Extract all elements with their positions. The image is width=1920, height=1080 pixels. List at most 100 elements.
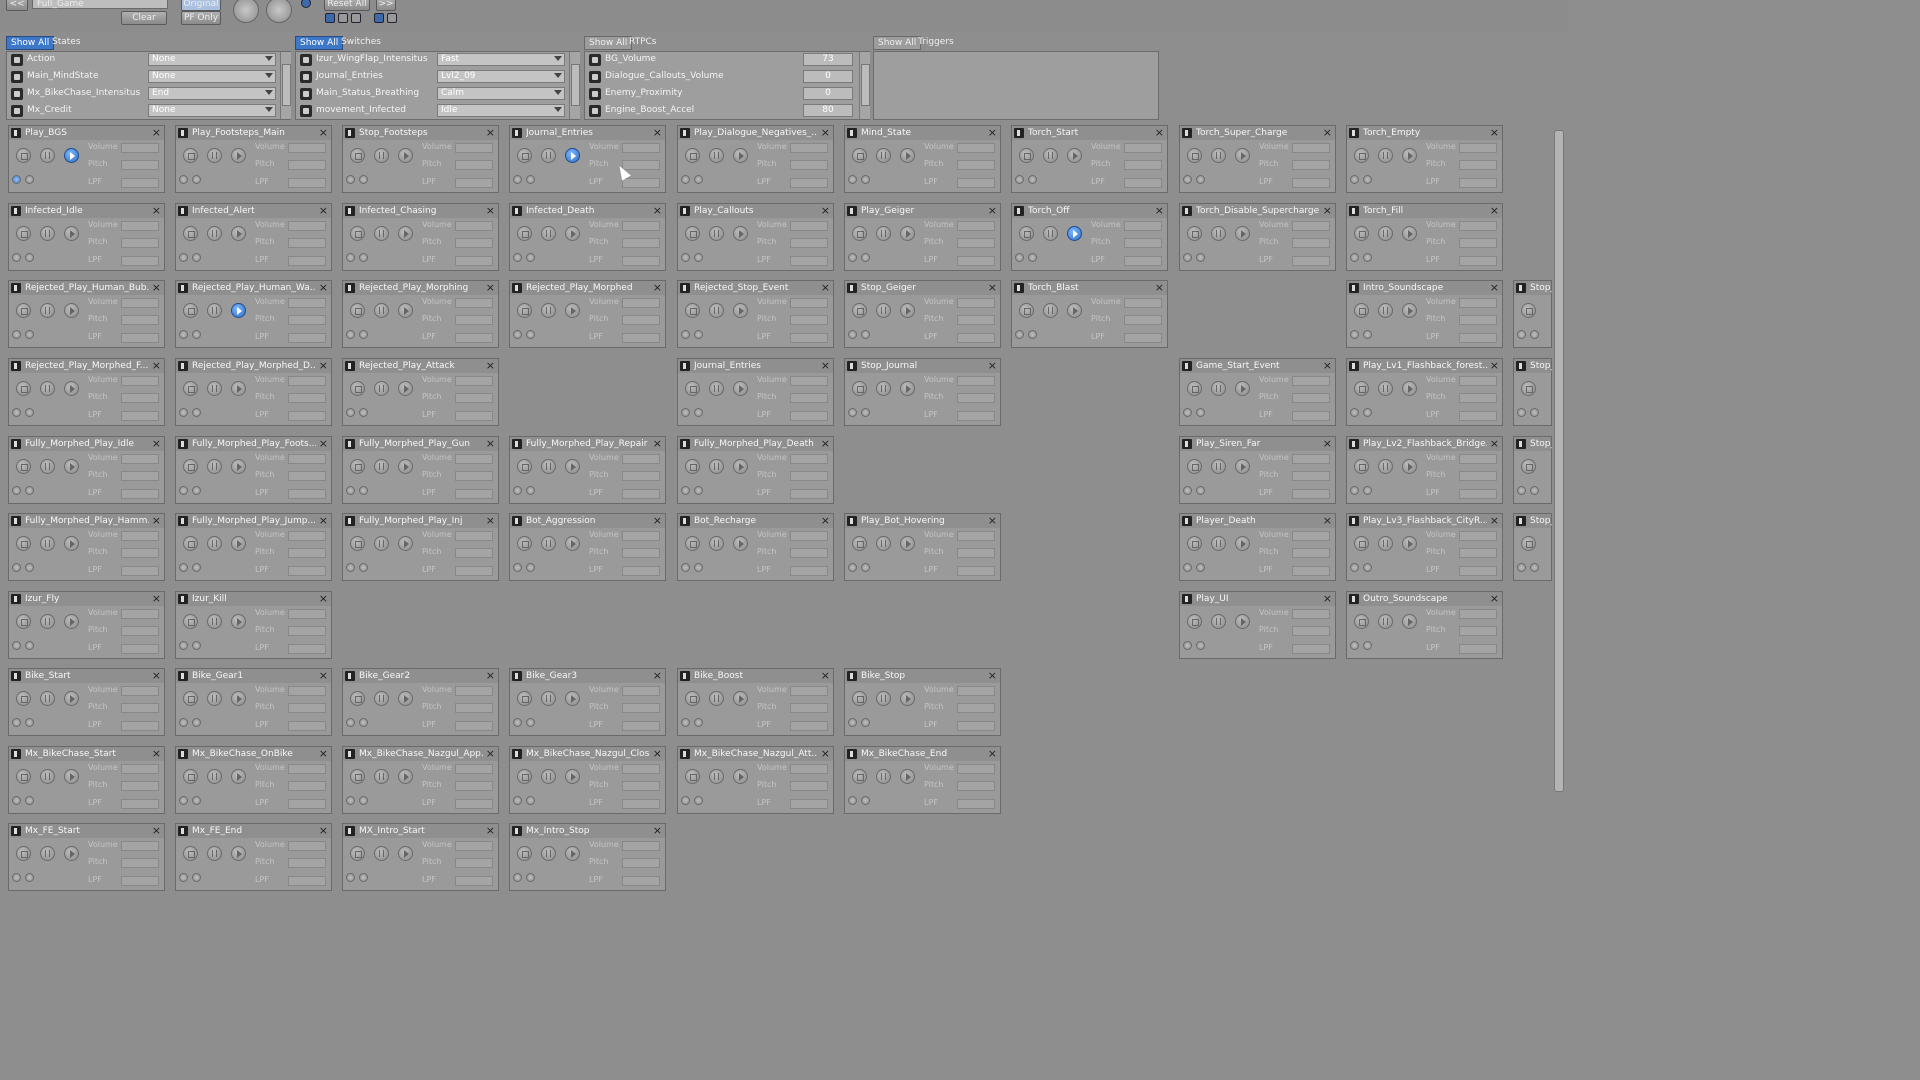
close-icon[interactable]: × — [821, 669, 830, 682]
stop-button[interactable] — [685, 459, 700, 474]
loop-icon[interactable] — [25, 873, 34, 882]
stop-button[interactable] — [350, 691, 365, 706]
replay-icon[interactable] — [681, 796, 690, 805]
loop-icon[interactable] — [359, 486, 368, 495]
tab-switches[interactable]: Switches — [341, 36, 381, 48]
pitch-slider[interactable] — [288, 471, 326, 481]
loop-icon[interactable] — [359, 253, 368, 262]
volume-slider[interactable] — [790, 143, 828, 153]
pause-button[interactable] — [40, 536, 55, 551]
close-icon[interactable]: × — [1490, 592, 1499, 605]
stop-button[interactable] — [852, 769, 867, 784]
volume-slider[interactable] — [957, 298, 995, 308]
lpf-slider[interactable] — [121, 876, 159, 886]
close-icon[interactable]: × — [1490, 204, 1499, 217]
close-icon[interactable]: × — [653, 747, 662, 760]
replay-icon[interactable] — [12, 486, 21, 495]
stop-button[interactable] — [852, 536, 867, 551]
loop-icon[interactable] — [1196, 175, 1205, 184]
volume-slider[interactable] — [455, 376, 493, 386]
loop-icon[interactable] — [25, 486, 34, 495]
pitch-slider[interactable] — [790, 548, 828, 558]
replay-icon[interactable] — [1015, 253, 1024, 262]
play-button[interactable] — [1067, 303, 1082, 318]
close-icon[interactable]: × — [653, 669, 662, 682]
loop-icon[interactable] — [1028, 253, 1037, 262]
pitch-slider[interactable] — [957, 703, 995, 713]
volume-slider[interactable] — [957, 221, 995, 231]
loop-icon[interactable] — [1363, 641, 1372, 650]
close-icon[interactable]: × — [486, 747, 495, 760]
close-icon[interactable]: × — [152, 204, 161, 217]
loop-icon[interactable] — [192, 563, 201, 572]
play-button[interactable] — [900, 381, 915, 396]
pitch-slider[interactable] — [622, 315, 660, 325]
stop-button[interactable] — [852, 691, 867, 706]
stop-button[interactable] — [1187, 614, 1202, 629]
stop-button[interactable] — [183, 846, 198, 861]
pitch-slider[interactable] — [1459, 471, 1497, 481]
play-button[interactable] — [1235, 381, 1250, 396]
pitch-slider[interactable] — [622, 703, 660, 713]
close-icon[interactable]: × — [1490, 514, 1499, 527]
loop-icon[interactable] — [1363, 486, 1372, 495]
pitch-slider[interactable] — [288, 160, 326, 170]
stop-button[interactable] — [1354, 381, 1369, 396]
volume-slider[interactable] — [288, 221, 326, 231]
replay-icon[interactable] — [513, 563, 522, 572]
replay-icon[interactable] — [179, 408, 188, 417]
pitch-slider[interactable] — [1292, 393, 1330, 403]
loop-icon[interactable] — [25, 253, 34, 262]
volume-slider[interactable] — [121, 376, 159, 386]
loop-icon[interactable] — [694, 330, 703, 339]
play-button[interactable] — [398, 769, 413, 784]
back-button[interactable]: << — [6, 0, 28, 11]
replay-icon[interactable] — [1517, 563, 1526, 572]
lpf-slider[interactable] — [790, 333, 828, 343]
replay-icon[interactable] — [513, 718, 522, 727]
pause-button[interactable] — [374, 846, 389, 861]
replay-icon[interactable] — [848, 796, 857, 805]
replay-icon[interactable] — [179, 563, 188, 572]
pitch-slider[interactable] — [455, 548, 493, 558]
replay-icon[interactable] — [848, 330, 857, 339]
pitch-slider[interactable] — [790, 703, 828, 713]
volume-slider[interactable] — [622, 531, 660, 541]
close-icon[interactable]: × — [152, 592, 161, 605]
volume-slider[interactable] — [790, 686, 828, 696]
stop-button[interactable] — [16, 148, 31, 163]
loop-icon[interactable] — [359, 796, 368, 805]
lpf-slider[interactable] — [455, 799, 493, 809]
pitch-slider[interactable] — [288, 393, 326, 403]
replay-icon[interactable] — [1183, 175, 1192, 184]
pitch-slider[interactable] — [790, 471, 828, 481]
replay-icon[interactable] — [1183, 641, 1192, 650]
stop-button[interactable] — [517, 536, 532, 551]
replay-icon[interactable] — [1350, 253, 1359, 262]
pause-button[interactable] — [709, 536, 724, 551]
play-button[interactable] — [1402, 536, 1417, 551]
lpf-slider[interactable] — [957, 721, 995, 731]
volume-slider[interactable] — [622, 686, 660, 696]
lpf-slider[interactable] — [790, 178, 828, 188]
chart-icon[interactable] — [325, 13, 335, 23]
loop-icon[interactable] — [526, 796, 535, 805]
volume-slider[interactable] — [455, 764, 493, 774]
pitch-slider[interactable] — [622, 160, 660, 170]
replay-icon[interactable] — [12, 641, 21, 650]
lpf-slider[interactable] — [1459, 178, 1497, 188]
stop-button[interactable] — [852, 303, 867, 318]
pitch-slider[interactable] — [1124, 238, 1162, 248]
play-button[interactable] — [733, 148, 748, 163]
pitch-slider[interactable] — [790, 781, 828, 791]
stop-button[interactable] — [1521, 459, 1536, 474]
play-button[interactable] — [64, 614, 79, 629]
lpf-slider[interactable] — [455, 256, 493, 266]
replay-icon[interactable] — [1183, 563, 1192, 572]
stop-button[interactable] — [1521, 381, 1536, 396]
play-button[interactable] — [231, 614, 246, 629]
stop-button[interactable] — [852, 226, 867, 241]
tab-triggers[interactable]: Triggers — [918, 36, 954, 48]
pitch-slider[interactable] — [790, 160, 828, 170]
pause-button[interactable] — [876, 226, 891, 241]
